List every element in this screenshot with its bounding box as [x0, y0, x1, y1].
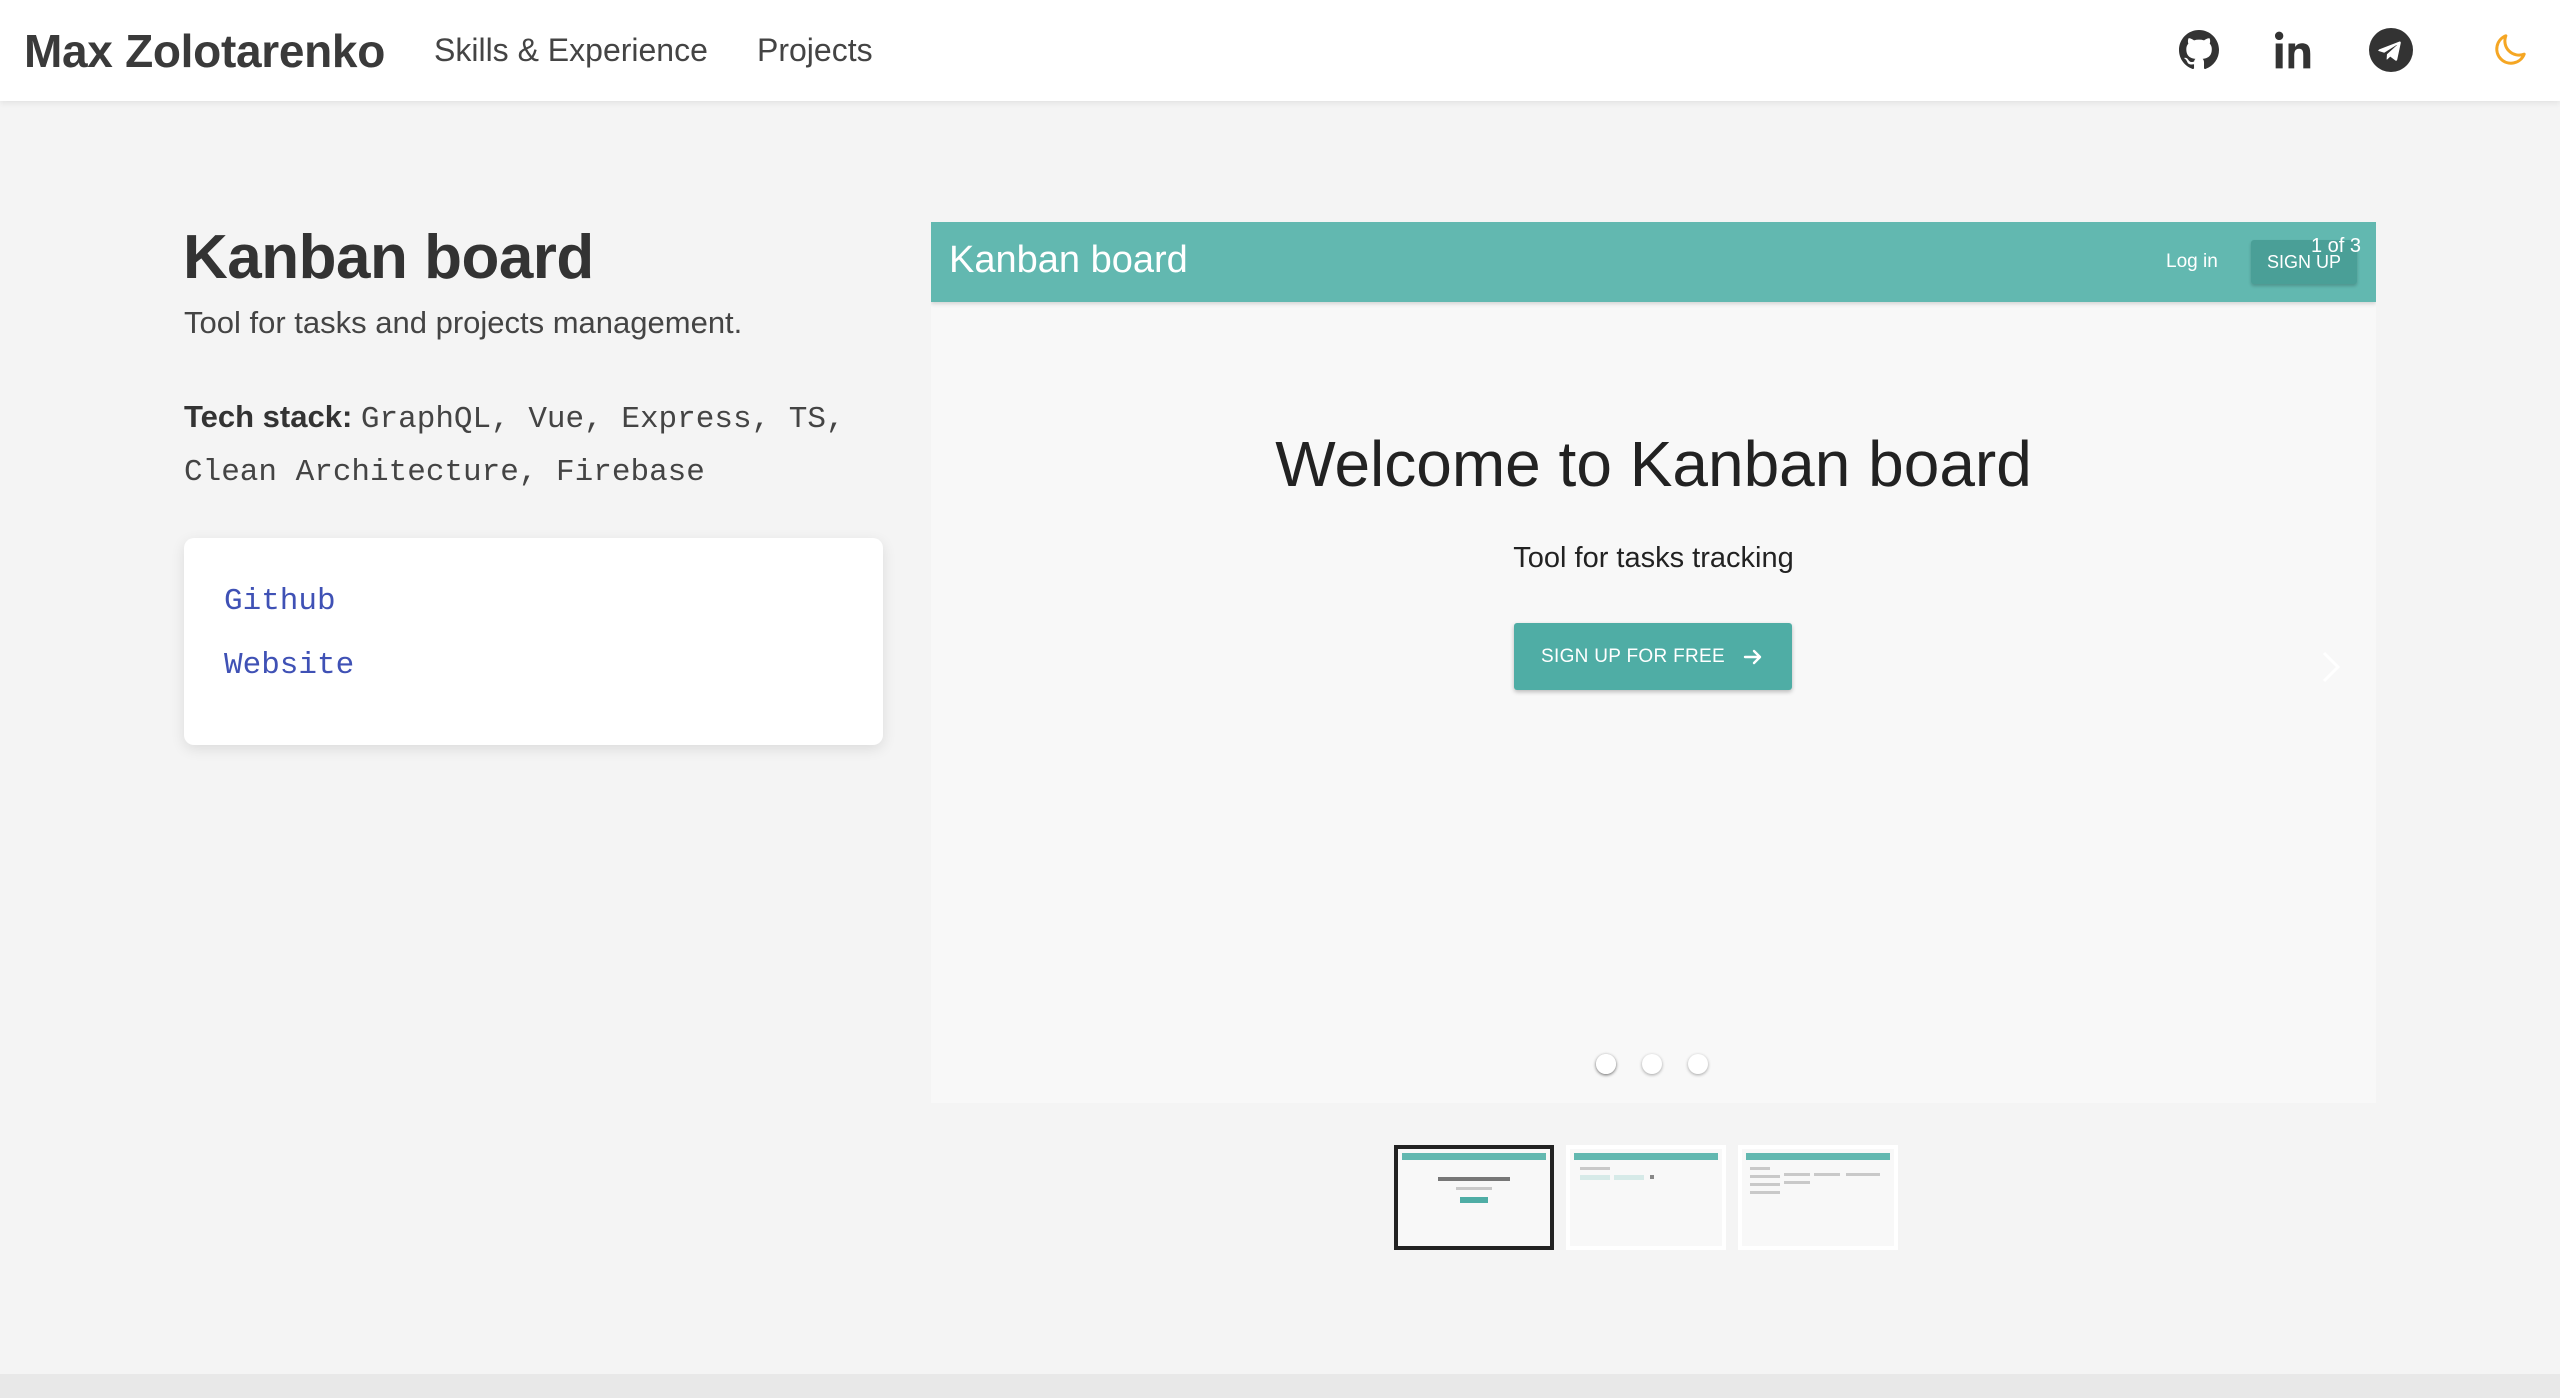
brand-logo[interactable]: Max Zolotarenko — [24, 24, 385, 78]
nav-skills-experience[interactable]: Skills & Experience — [434, 32, 708, 69]
thumbnail-1[interactable] — [1394, 1145, 1554, 1250]
slide-app-header: Kanban board Log in SIGN UP 1 of 3 — [931, 222, 2376, 302]
linkedin-icon — [2275, 31, 2311, 69]
project-description: Tool for tasks and projects management. — [184, 305, 743, 340]
carousel-counter: 1 of 3 — [2311, 235, 2362, 257]
thumbnail-2[interactable] — [1566, 1145, 1726, 1250]
slide-login-link: Log in — [2166, 251, 2218, 272]
github-link[interactable] — [2177, 28, 2221, 72]
nav-projects[interactable]: Projects — [757, 32, 873, 69]
site-header: Max Zolotarenko Skills & Experience Proj… — [0, 0, 2560, 101]
project-github-link[interactable]: Github — [224, 584, 336, 619]
page-bottom-edge — [0, 1374, 2560, 1398]
carousel-dots — [1596, 1054, 1708, 1074]
project-website-link[interactable]: Website — [224, 648, 354, 683]
github-icon — [2179, 30, 2219, 70]
linkedin-link[interactable] — [2273, 28, 2317, 72]
thumbnail-3[interactable] — [1738, 1145, 1898, 1250]
project-links-card: Github Website — [184, 538, 883, 745]
slide-app-brand: Kanban board — [949, 239, 1188, 281]
carousel-thumbnails — [1394, 1145, 1898, 1250]
slide-cta-label: SIGN UP FOR FREE — [1541, 645, 1725, 667]
telegram-icon — [2369, 28, 2413, 72]
slide-subheading: Tool for tasks tracking — [1513, 542, 1794, 574]
screenshot-carousel[interactable]: Kanban board Log in SIGN UP 1 of 3 Welco… — [931, 222, 2376, 1103]
carousel-dot-1[interactable] — [1596, 1054, 1616, 1074]
slide-heading: Welcome to Kanban board — [1275, 428, 2032, 500]
carousel-next-icon[interactable] — [2316, 647, 2346, 687]
moon-icon — [2495, 34, 2526, 65]
project-title: Kanban board — [183, 223, 594, 292]
tech-stack-label: Tech stack: — [184, 399, 353, 434]
arrow-right-icon — [1743, 649, 1762, 664]
theme-toggle-button[interactable] — [2487, 27, 2533, 73]
slide-cta-button: SIGN UP FOR FREE — [1514, 623, 1792, 690]
tech-stack: Tech stack: GraphQL, Vue, Express, TS, C… — [184, 392, 884, 498]
carousel-dot-2[interactable] — [1642, 1054, 1662, 1074]
carousel-dot-3[interactable] — [1688, 1054, 1708, 1074]
telegram-link[interactable] — [2369, 28, 2413, 72]
